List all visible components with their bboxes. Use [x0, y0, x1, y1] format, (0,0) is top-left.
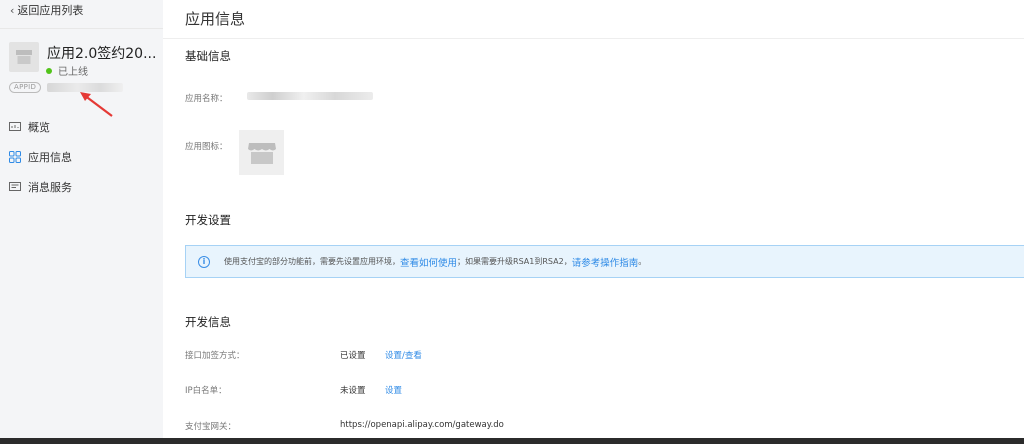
back-link-label: 返回应用列表 [17, 4, 84, 17]
app-icon-image[interactable] [239, 130, 284, 175]
banner-text: 使用支付宝的部分功能前，需要先设置应用环境， [224, 257, 400, 266]
taskbar-edge [0, 438, 1024, 444]
sidebar-item-app-info[interactable]: 应用信息 [9, 149, 72, 165]
app-name: 应用2.0签约20... [47, 46, 157, 62]
info-banner: i 使用支付宝的部分功能前，需要先设置应用环境， 查看如何使用 ；如果需要升级R… [185, 245, 1024, 278]
info-icon: i [198, 255, 210, 268]
red-arrow-annotation [80, 92, 113, 117]
gateway-value: https://openapi.alipay.com/gateway.do [340, 420, 504, 430]
sidebar-item-label: 消息服务 [28, 181, 72, 194]
chevron-left-icon: ‹ [10, 3, 15, 17]
ip-whitelist-label: IP白名单： [185, 386, 227, 396]
app-status-label: 已上线 [58, 67, 88, 78]
signing-method-setup-link[interactable]: 设置/查看 [385, 349, 422, 361]
banner-text: ；如果需要升级RSA1到RSA2， [457, 257, 572, 266]
store-icon [16, 50, 32, 64]
store-icon [247, 142, 276, 164]
sidebar-item-overview[interactable]: 概览 [9, 119, 50, 135]
how-to-use-link[interactable]: 查看如何使用 [400, 255, 457, 269]
app-thumbnail [9, 42, 39, 72]
sidebar-item-label: 应用信息 [28, 151, 72, 164]
app-name-value-redacted [247, 92, 373, 100]
main-content: 应用信息 基础信息 应用名称： 应用图标： 开发设置 i 使用支付宝的部分功能前… [163, 0, 1024, 438]
section-title-dev-settings: 开发设置 [185, 213, 231, 227]
sidebar: ‹ 返回应用列表 应用2.0签约20... 已上线 APPID 概览 应用信息 … [0, 0, 163, 438]
banner-text: 。 [638, 257, 647, 266]
ip-whitelist-setup-link[interactable]: 设置 [385, 384, 402, 396]
signing-method-label: 接口加签方式： [185, 351, 245, 361]
section-title-basic-info: 基础信息 [185, 49, 231, 63]
ip-whitelist-value: 未设置 [340, 386, 366, 396]
app-status: 已上线 [46, 63, 88, 78]
message-icon [9, 182, 21, 191]
appid-badge: APPID [9, 82, 42, 93]
sidebar-item-message-service[interactable]: 消息服务 [9, 179, 72, 195]
back-to-app-list-link[interactable]: ‹ 返回应用列表 [10, 2, 83, 18]
signing-method-value: 已设置 [340, 351, 366, 361]
operation-guide-link[interactable]: 请参考操作指南 [572, 255, 639, 269]
overview-icon [9, 122, 21, 131]
divider [163, 38, 1024, 39]
page-title: 应用信息 [185, 10, 246, 28]
app-name-label: 应用名称： [185, 94, 228, 104]
divider [0, 28, 163, 29]
grid-icon [9, 151, 21, 163]
gateway-label: 支付宝网关： [185, 422, 237, 432]
sidebar-item-label: 概览 [28, 121, 50, 134]
status-dot [46, 67, 52, 74]
section-title-dev-info: 开发信息 [185, 315, 231, 329]
app-icon-label: 应用图标： [185, 142, 228, 152]
